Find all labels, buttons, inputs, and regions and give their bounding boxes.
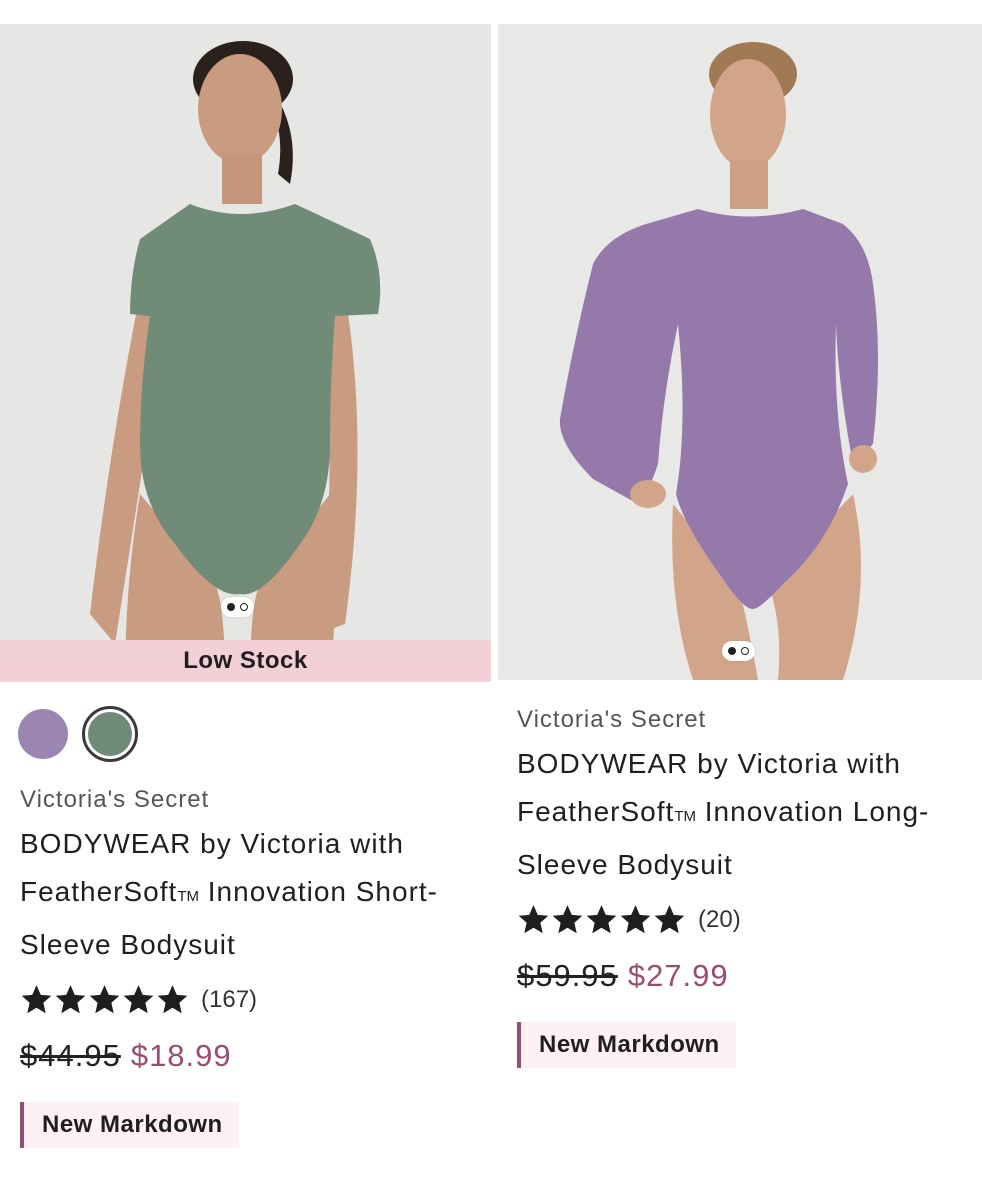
product-image[interactable] xyxy=(498,24,982,680)
carousel-dot[interactable] xyxy=(741,647,749,655)
carousel-dot[interactable] xyxy=(240,603,248,611)
product-card[interactable]: Victoria's Secret BODYWEAR by Victoria w… xyxy=(498,24,982,1068)
model-photo xyxy=(0,24,491,682)
product-card[interactable]: Low Stock Victoria's Secret BODYWEAR by … xyxy=(0,24,491,1148)
product-image[interactable]: Low Stock xyxy=(0,24,491,682)
sale-price: $18.99 xyxy=(130,1038,232,1073)
trademark-text: TM xyxy=(177,888,199,905)
star-icon xyxy=(586,905,617,934)
original-price: $59.95 xyxy=(517,958,618,993)
trademark-text: TM xyxy=(674,808,696,825)
product-price: $59.95 $27.99 xyxy=(517,958,982,994)
star-icon xyxy=(518,905,549,934)
star-icon xyxy=(654,905,685,934)
product-title[interactable]: BODYWEAR by Victoria with FeatherSoftTM … xyxy=(517,740,972,889)
star-icon xyxy=(620,905,651,934)
color-swatches xyxy=(18,706,491,762)
star-icon xyxy=(55,985,86,1014)
sale-price: $27.99 xyxy=(627,958,729,993)
star-icon xyxy=(123,985,154,1014)
product-title[interactable]: BODYWEAR by Victoria with FeatherSoftTM … xyxy=(20,820,480,969)
review-count[interactable]: (20) xyxy=(698,906,741,934)
carousel-dot[interactable] xyxy=(227,603,235,611)
star-icon xyxy=(157,985,188,1014)
model-photo xyxy=(498,24,982,680)
star-icon xyxy=(89,985,120,1014)
product-rating[interactable]: (167) xyxy=(20,983,491,1016)
product-brand: Victoria's Secret xyxy=(517,706,707,733)
product-brand: Victoria's Secret xyxy=(20,786,210,813)
color-swatch-green[interactable] xyxy=(82,706,138,762)
color-swatch-purple[interactable] xyxy=(18,709,68,759)
image-carousel-dots[interactable] xyxy=(221,597,254,617)
star-icon xyxy=(552,905,583,934)
star-rating xyxy=(20,983,189,1016)
image-carousel-dots[interactable] xyxy=(722,641,755,661)
markdown-tag: New Markdown xyxy=(20,1102,239,1148)
product-rating[interactable]: (20) xyxy=(517,903,982,936)
product-price: $44.95 $18.99 xyxy=(20,1038,491,1074)
low-stock-banner: Low Stock xyxy=(0,640,491,682)
star-rating xyxy=(517,903,686,936)
markdown-tag: New Markdown xyxy=(517,1022,736,1068)
carousel-dot[interactable] xyxy=(728,647,736,655)
star-icon xyxy=(21,985,52,1014)
original-price: $44.95 xyxy=(20,1038,121,1073)
review-count[interactable]: (167) xyxy=(201,986,257,1014)
